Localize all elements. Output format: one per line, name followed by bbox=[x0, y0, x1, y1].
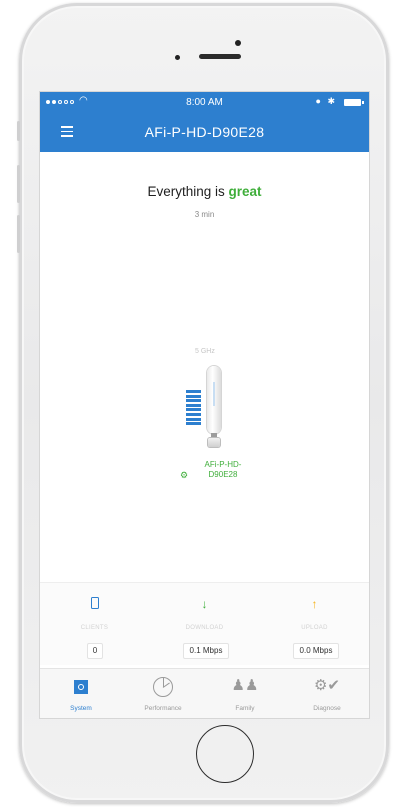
alarm-bluetooth-icon: ● ✱ bbox=[315, 96, 337, 106]
stat-value: 0.1 Mbps bbox=[183, 643, 229, 659]
stat-upload: ↑ UPLOAD 0.0 Mbps bbox=[260, 583, 369, 665]
up-arrow-icon: ↑ bbox=[311, 597, 318, 611]
family-icon: ♟♟ bbox=[231, 677, 259, 694]
volume-up-button bbox=[17, 165, 20, 203]
page-title: AFi-P-HD-D90E28 bbox=[144, 124, 265, 140]
stat-clients: CLIENTS 0 bbox=[40, 583, 149, 665]
battery-icon bbox=[344, 99, 364, 106]
status-bar: ◠ 8:00 AM ● ✱ bbox=[40, 92, 369, 114]
front-camera bbox=[235, 40, 241, 46]
tab-label: Family bbox=[235, 705, 255, 712]
diagnose-icon: ⚙✔ bbox=[313, 677, 340, 694]
signal-bar bbox=[186, 417, 201, 421]
tab-family[interactable]: ♟♟ Family bbox=[204, 669, 286, 718]
performance-icon bbox=[153, 677, 173, 697]
gear-icon[interactable]: ⚙ bbox=[180, 470, 188, 481]
tab-bar: System Performance ♟♟ Family ⚙✔ Diagnose bbox=[40, 668, 369, 718]
stat-value: 0.0 Mbps bbox=[293, 643, 339, 659]
app-screen: ◠ 8:00 AM ● ✱ AFi-P-HD-D90E28 Everything… bbox=[40, 92, 369, 718]
stat-label: CLIENTS bbox=[80, 625, 109, 631]
down-arrow-icon: ↓ bbox=[201, 597, 208, 611]
tab-performance[interactable]: Performance bbox=[122, 669, 204, 718]
stats-panel: CLIENTS 0 ↓ DOWNLOAD 0.1 Mbps ↑ UPLOAD 0… bbox=[40, 582, 369, 665]
stat-label: UPLOAD bbox=[301, 625, 328, 631]
signal-bar bbox=[186, 394, 201, 398]
health-status-value: great bbox=[228, 184, 262, 199]
system-icon bbox=[74, 680, 88, 694]
router-device-image[interactable] bbox=[205, 366, 223, 448]
health-status: Everything is great bbox=[40, 184, 369, 199]
tab-system[interactable]: System bbox=[40, 669, 122, 718]
stat-label: DOWNLOAD bbox=[185, 625, 224, 631]
phone-icon bbox=[90, 597, 99, 609]
signal-bar bbox=[186, 390, 201, 393]
signal-strength-bars bbox=[186, 390, 201, 427]
stat-download: ↓ DOWNLOAD 0.1 Mbps bbox=[150, 583, 259, 665]
uptime-text: 3 min bbox=[194, 210, 215, 219]
tab-diagnose[interactable]: ⚙✔ Diagnose bbox=[286, 669, 368, 718]
volume-down-button bbox=[17, 215, 20, 253]
mute-switch bbox=[17, 121, 20, 141]
band-label: 5 GHz bbox=[195, 348, 215, 355]
stat-value: 0 bbox=[87, 643, 103, 659]
tab-label: Diagnose bbox=[313, 705, 341, 712]
signal-bar bbox=[186, 422, 201, 426]
signal-bar bbox=[186, 412, 201, 416]
nav-bar: AFi-P-HD-D90E28 bbox=[40, 114, 369, 152]
home-button[interactable] bbox=[196, 725, 254, 783]
signal-bar bbox=[186, 399, 201, 403]
earpiece-speaker bbox=[199, 54, 241, 59]
health-status-prefix: Everything is bbox=[147, 184, 229, 199]
signal-bar bbox=[186, 408, 201, 412]
router-base bbox=[208, 438, 220, 447]
proximity-sensor bbox=[175, 55, 180, 60]
tab-label: System bbox=[70, 705, 92, 712]
signal-bar bbox=[186, 403, 201, 407]
tab-label: Performance bbox=[144, 705, 182, 712]
router-led-stripe bbox=[213, 382, 215, 406]
device-name-label[interactable]: AFi-P-HD-D90E28 bbox=[193, 460, 253, 480]
